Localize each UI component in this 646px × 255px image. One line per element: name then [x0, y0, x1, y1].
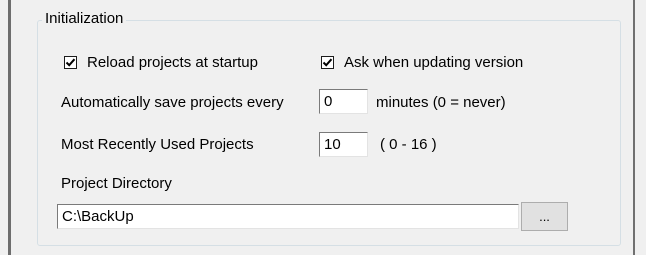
window-frame-left-edge — [8, 0, 11, 255]
reload-projects-checkbox[interactable] — [64, 56, 77, 69]
ask-updating-checkbox[interactable] — [321, 56, 334, 69]
project-directory-input[interactable] — [57, 204, 519, 229]
initialization-group-title: Initialization — [42, 9, 127, 29]
browse-directory-button[interactable]: ... — [521, 202, 568, 231]
autosave-unit-label: minutes (0 = never) — [376, 94, 506, 111]
project-directory-label: Project Directory — [61, 175, 172, 192]
mru-count-input[interactable] — [319, 132, 368, 157]
reload-projects-checkbox-row[interactable]: Reload projects at startup — [64, 54, 258, 71]
reload-projects-label: Reload projects at startup — [87, 54, 258, 71]
ask-updating-label: Ask when updating version — [344, 54, 524, 71]
checkmark-icon — [65, 58, 76, 67]
window-frame-right-edge — [633, 0, 635, 255]
autosave-label: Automatically save projects every — [61, 94, 284, 111]
ask-updating-checkbox-row[interactable]: Ask when updating version — [321, 54, 523, 71]
autosave-minutes-input[interactable] — [319, 89, 368, 114]
mru-label: Most Recently Used Projects — [61, 136, 254, 153]
mru-range-label: ( 0 - 16 ) — [380, 136, 437, 153]
checkmark-icon — [322, 58, 333, 67]
